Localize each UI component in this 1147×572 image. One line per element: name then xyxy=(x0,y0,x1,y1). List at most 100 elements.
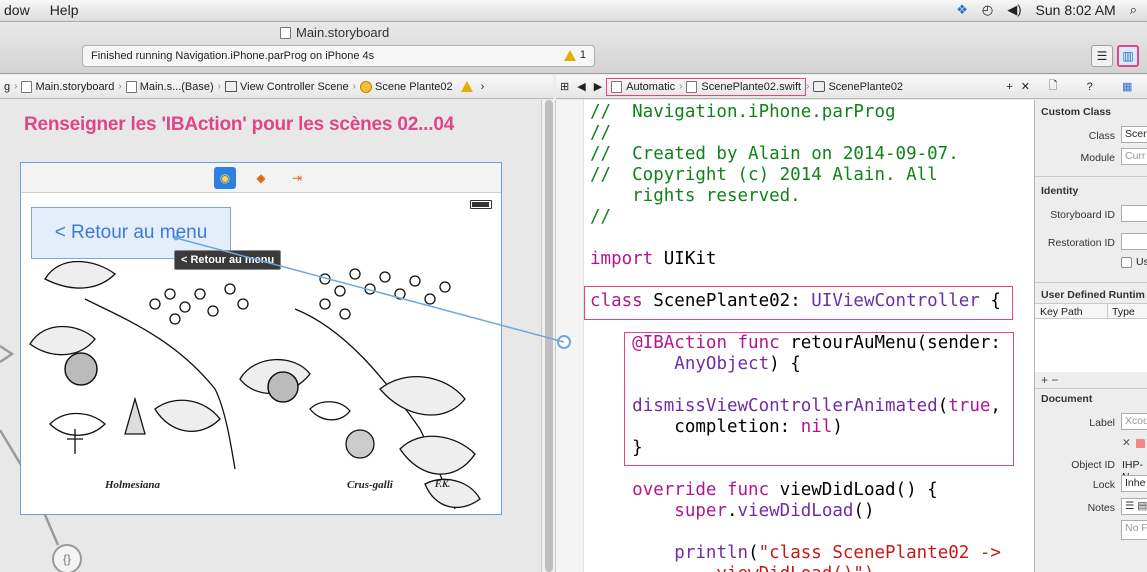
code-line[interactable]: // Copyright (c) 2014 Alain. All xyxy=(590,165,938,186)
scene-dock: ◉ ◆ ⇥ xyxy=(21,163,501,193)
jump-item-storyboard[interactable]: Main.storyboard xyxy=(17,80,118,93)
caption-crus-galli: Crus-galli xyxy=(347,479,393,491)
view-controller-icon xyxy=(359,80,372,93)
assistant-file-path[interactable]: Automatic › ScenePlante02.swift xyxy=(606,77,807,96)
key-path-column[interactable]: Key Path xyxy=(1040,306,1083,318)
forward-arrow-icon: ▶ xyxy=(593,81,603,93)
color-label-swatch[interactable] xyxy=(1136,439,1145,448)
menu-help[interactable]: Help xyxy=(40,2,89,18)
assistant-symbol-label: ScenePlante02 xyxy=(828,80,904,93)
button-tooltip: < Retour au menu xyxy=(174,250,282,270)
code-line[interactable]: import UIKit xyxy=(590,249,716,270)
code-line[interactable]: @IBAction func retourAuMenu(sender: xyxy=(590,333,1001,354)
scrollbar-thumb[interactable] xyxy=(545,100,553,572)
runtime-attributes-header: User Defined Runtim xyxy=(1041,289,1145,301)
storyboard-file-icon xyxy=(280,26,291,39)
canvas-vertical-scrollbar[interactable] xyxy=(541,100,556,572)
jump-item-label: Scene Plante02 xyxy=(374,80,453,93)
code-line[interactable]: completion: nil) xyxy=(590,417,843,438)
code-line[interactable]: // xyxy=(590,207,611,228)
scene-bottom-circle[interactable]: {} xyxy=(52,544,82,572)
exit-icon[interactable]: ⇥ xyxy=(286,167,308,189)
jump-item-scene-plante[interactable]: Scene Plante02 xyxy=(356,80,457,93)
menu-bar: dow Help ❖ ◴ ◀) Sun 8:02 AM ⌕ xyxy=(0,0,1147,22)
code-editor[interactable]: // Navigation.iPhone.parProg//// Created… xyxy=(584,100,1034,572)
back-arrow-button[interactable]: ◀ xyxy=(573,80,589,93)
caption-holmesiana: Holmesiana xyxy=(105,479,161,491)
file-inspector-icon[interactable]: 🗋 xyxy=(1049,77,1058,96)
code-line[interactable]: viewDidLoad()") xyxy=(590,564,874,572)
code-line[interactable]: class ScenePlante02: UIViewController { xyxy=(590,291,1001,312)
plant-illustration xyxy=(29,260,481,510)
runtime-attributes-table[interactable] xyxy=(1035,319,1147,372)
activity-viewer: Finished running Navigation.iPhone.parPr… xyxy=(82,45,595,67)
lock-popup[interactable]: Inhe xyxy=(1121,475,1147,492)
storyboard-id-field[interactable] xyxy=(1121,205,1147,222)
divider xyxy=(1035,176,1147,177)
jump-item-scene[interactable]: View Controller Scene xyxy=(221,81,353,93)
close-editor-button[interactable]: ✕ xyxy=(1017,80,1034,93)
panel-icon: ▥ xyxy=(1122,49,1134,63)
volume-icon[interactable]: ◀) xyxy=(1007,2,1021,18)
storyboard-jump-bar: g › Main.storyboard › Main.s...(Base) › … xyxy=(0,75,553,99)
clear-label-icon[interactable]: ✕ xyxy=(1122,437,1131,449)
storyboard-canvas[interactable]: Renseigner les 'IBAction' pour les scène… xyxy=(0,100,541,572)
utilities-panel-button[interactable]: ▥ xyxy=(1117,45,1139,67)
jump-nav-arrow[interactable]: g xyxy=(0,81,14,93)
jump-warning[interactable] xyxy=(457,81,477,92)
assistant-symbol[interactable]: ScenePlante02 xyxy=(809,81,907,93)
code-line[interactable]: rights reserved. xyxy=(590,186,801,207)
code-line[interactable]: // xyxy=(590,123,611,144)
window-title: Main.storyboard xyxy=(280,25,389,40)
spotlight-icon[interactable]: ⌕ xyxy=(1130,2,1137,18)
type-column[interactable]: Type xyxy=(1112,306,1135,318)
related-items-button[interactable]: ⊞ xyxy=(556,80,573,93)
menubar-clock[interactable]: Sun 8:02 AM xyxy=(1036,2,1116,18)
module-field[interactable]: Curr xyxy=(1121,148,1147,165)
quick-help-icon[interactable]: ? xyxy=(1087,81,1093,93)
warning-icon xyxy=(460,81,473,92)
jump-item-label: Main.s...(Base) xyxy=(139,80,214,93)
jump-item-label: Main.storyboard xyxy=(35,80,115,93)
code-line[interactable]: // Navigation.iPhone.parProg xyxy=(590,102,896,123)
storyboard-file-icon xyxy=(125,80,137,93)
battery-icon xyxy=(470,200,492,209)
notes-format-bar[interactable]: ☰ ▤ xyxy=(1121,498,1147,515)
identity-inspector-icon[interactable]: ▦ xyxy=(1122,80,1132,93)
code-line[interactable]: println("class ScenePlante02 -> xyxy=(590,543,1001,564)
jump-item-base[interactable]: Main.s...(Base) xyxy=(122,80,218,93)
scene-plante02[interactable]: ◉ ◆ ⇥ < Retour au menu Holmesiana Crus-g… xyxy=(20,162,502,515)
restoration-id-label: Restoration ID xyxy=(1047,237,1115,249)
code-line[interactable]: AnyObject) { xyxy=(590,354,800,375)
jump-forward-arrow[interactable]: › xyxy=(477,81,489,93)
code-line[interactable]: // Created by Alain on 2014-09-07. xyxy=(590,144,959,165)
module-label: Module xyxy=(1080,152,1115,164)
use-storyboard-id-checkbox[interactable] xyxy=(1121,257,1132,268)
dropbox-icon[interactable]: ❖ xyxy=(956,2,968,18)
storyboard-file-icon xyxy=(21,80,33,93)
utilities-list-button[interactable]: ☰ xyxy=(1091,45,1113,67)
lock-label: Lock xyxy=(1092,479,1115,491)
notes-field[interactable]: No F xyxy=(1121,520,1147,540)
code-line[interactable]: dismissViewControllerAnimated(true, xyxy=(590,396,1001,417)
menu-window[interactable]: dow xyxy=(0,2,40,18)
warning-indicator[interactable]: 1 xyxy=(563,49,586,61)
list-icon: ☰ xyxy=(1096,49,1108,63)
code-line[interactable]: override func viewDidLoad() { xyxy=(590,480,938,501)
add-editor-button[interactable]: + xyxy=(1002,81,1016,93)
code-line[interactable]: } xyxy=(590,438,643,459)
add-remove-attribute-buttons[interactable]: + − xyxy=(1041,373,1058,387)
view-controller-icon[interactable]: ◉ xyxy=(214,166,236,189)
time-machine-icon[interactable]: ◴ xyxy=(982,2,993,18)
document-header: Document xyxy=(1041,393,1093,405)
class-field[interactable]: Scene xyxy=(1121,126,1147,143)
code-line[interactable]: super.viewDidLoad() xyxy=(590,501,874,522)
document-label-field[interactable]: Xcod xyxy=(1121,413,1147,430)
restoration-id-field[interactable] xyxy=(1121,233,1147,250)
forward-arrow-button[interactable]: ▶ xyxy=(590,80,606,93)
first-responder-icon[interactable]: ◆ xyxy=(250,167,272,189)
connection-endpoint-icon[interactable] xyxy=(557,335,571,349)
class-label: Class xyxy=(1088,130,1115,142)
custom-class-header: Custom Class xyxy=(1041,106,1112,118)
activity-status: Finished running Navigation.iPhone.parPr… xyxy=(91,50,375,62)
